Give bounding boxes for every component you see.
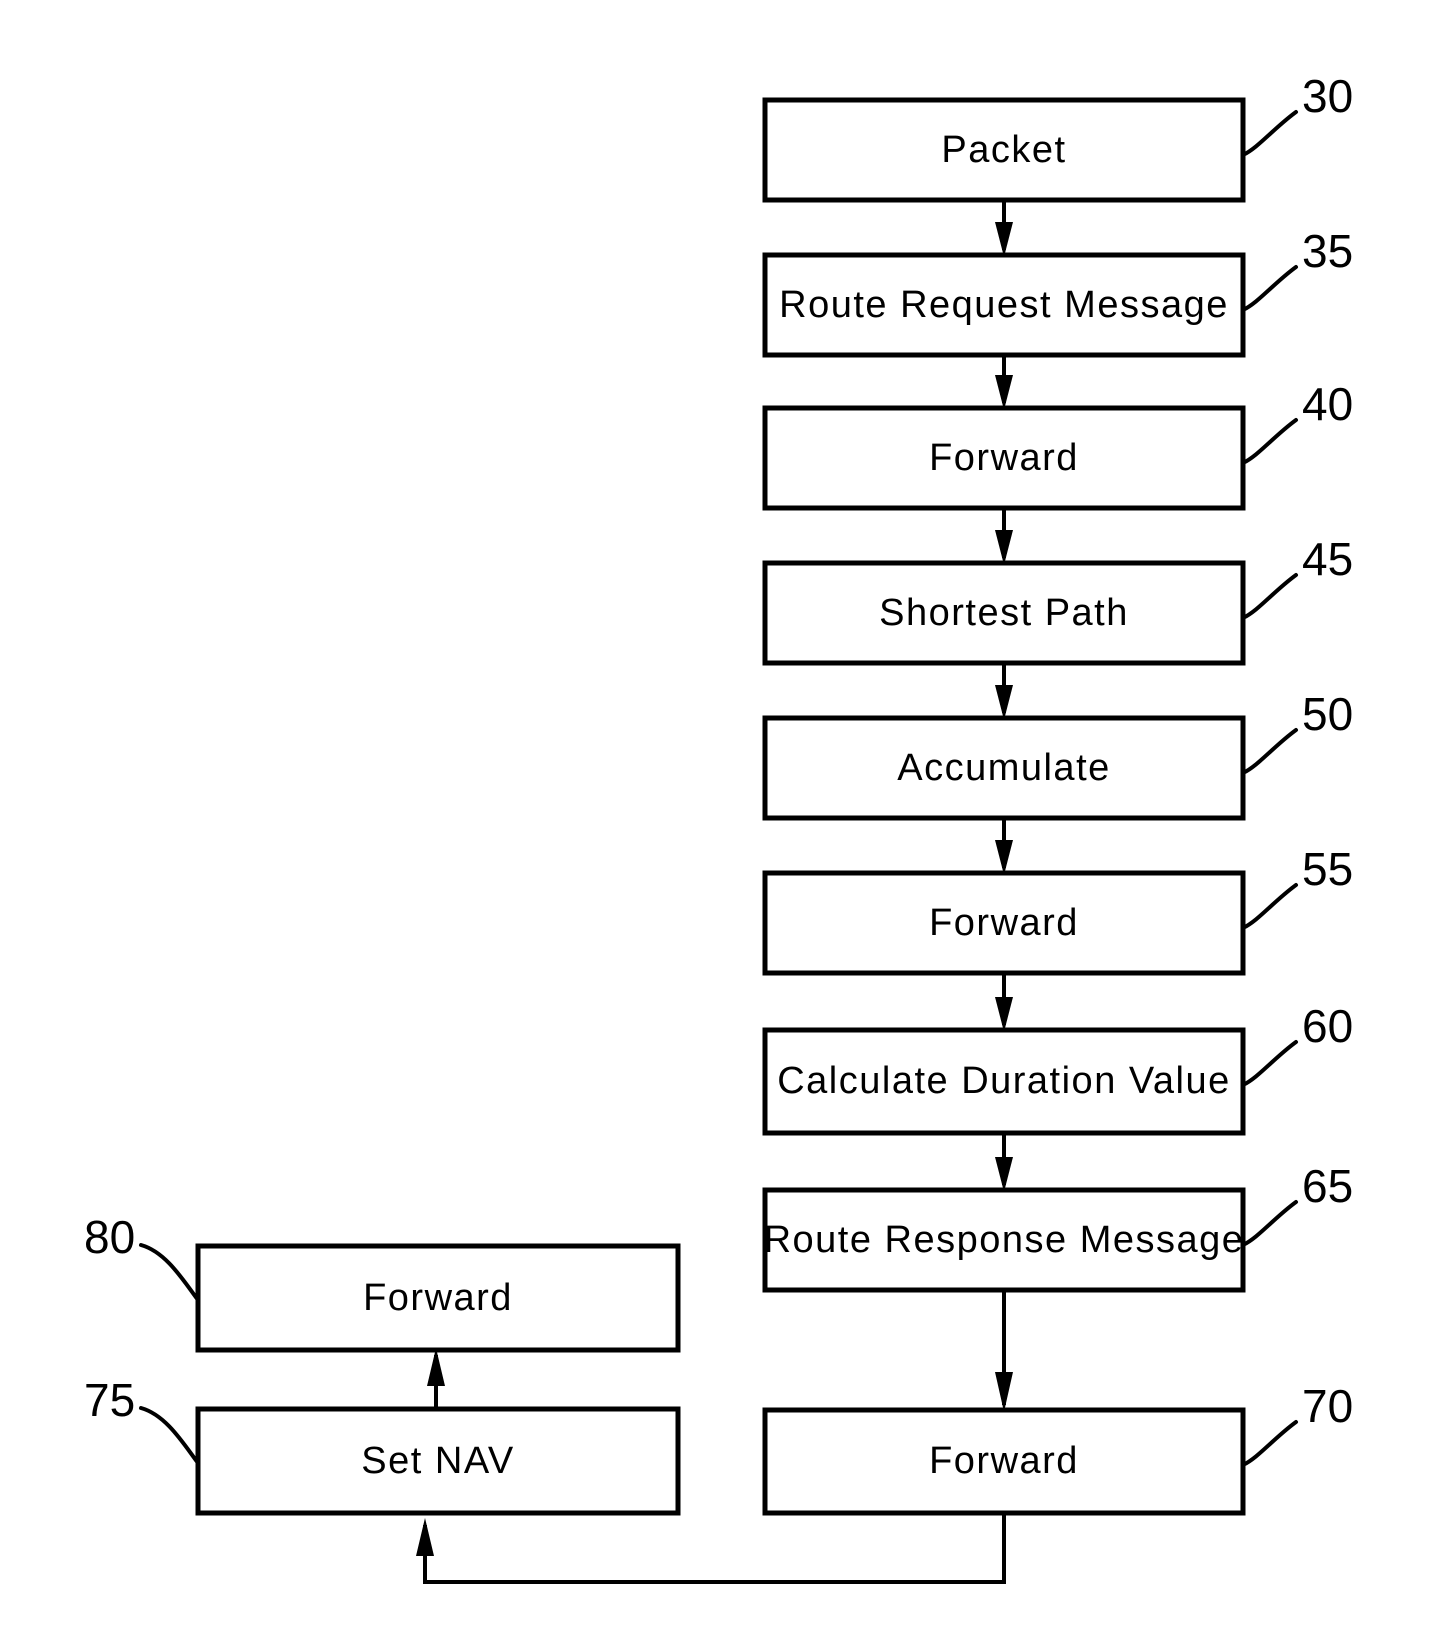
leader-line-40 — [1241, 418, 1298, 465]
leader-line-80 — [139, 1243, 200, 1302]
flow-node-label: Route Request Message — [779, 284, 1229, 326]
connector-40-to-45 — [995, 508, 1013, 565]
leader-line-55 — [1241, 883, 1298, 930]
ref-number-80: 80 — [84, 1211, 135, 1263]
flow-node-30: Packet — [762, 97, 1246, 203]
arrow-head-down — [995, 1372, 1013, 1412]
patent-flowchart-figure: Packet Route Request Message Forward Sho… — [0, 0, 1439, 1644]
flow-node-label: Accumulate — [897, 747, 1111, 789]
ref-number-30: 30 — [1302, 70, 1353, 122]
arrow-head-down — [995, 840, 1013, 875]
flow-node-70: Forward — [762, 1407, 1246, 1516]
flow-node-label: Set NAV — [361, 1440, 514, 1482]
leader-line-65 — [1241, 1200, 1298, 1247]
flow-node-60: Calculate Duration Value — [762, 1027, 1246, 1136]
ref-number-65: 65 — [1302, 1160, 1353, 1212]
leader-line-60 — [1241, 1040, 1298, 1087]
arrow-head-up — [427, 1348, 445, 1386]
connector-65-to-70 — [995, 1290, 1013, 1412]
arrow-head-up — [416, 1518, 434, 1556]
flow-node-80: Forward — [195, 1243, 681, 1353]
leader-line-45 — [1241, 573, 1298, 620]
ref-number-50: 50 — [1302, 688, 1353, 740]
arrow-head-down — [995, 997, 1013, 1032]
flow-node-65: Route Response Message — [762, 1187, 1246, 1293]
ref-number-60: 60 — [1302, 1000, 1353, 1052]
flow-node-40: Forward — [762, 405, 1246, 511]
flow-node-label: Shortest Path — [879, 592, 1129, 634]
connector-55-to-60 — [995, 973, 1013, 1032]
flow-node-35: Route Request Message — [762, 252, 1246, 358]
ref-number-75: 75 — [84, 1374, 135, 1426]
flow-node-label: Forward — [363, 1277, 513, 1319]
ref-number-55: 55 — [1302, 843, 1353, 895]
ref-number-70: 70 — [1302, 1380, 1353, 1432]
connector-70-to-75-feedback — [416, 1513, 1006, 1584]
arrow-head-down — [995, 375, 1013, 410]
flow-node-label: Calculate Duration Value — [777, 1060, 1231, 1102]
flow-node-50: Accumulate — [762, 715, 1246, 821]
flowchart-canvas: Packet Route Request Message Forward Sho… — [84, 70, 1353, 1584]
flow-node-55: Forward — [762, 870, 1246, 976]
connector-45-to-50 — [995, 663, 1013, 720]
connector-30-to-35 — [995, 200, 1013, 257]
ref-number-35: 35 — [1302, 225, 1353, 277]
flow-node-label: Packet — [941, 129, 1066, 171]
arrow-head-down — [995, 685, 1013, 720]
flow-node-75: Set NAV — [195, 1406, 681, 1516]
connector-75-to-80 — [427, 1348, 445, 1409]
leader-line-35 — [1241, 265, 1298, 312]
flow-node-label: Forward — [929, 1440, 1079, 1482]
ref-number-45: 45 — [1302, 533, 1353, 585]
arrow-head-down — [995, 530, 1013, 565]
leader-line-75 — [139, 1406, 200, 1465]
flow-node-45: Shortest Path — [762, 560, 1246, 666]
arrow-head-down — [995, 1157, 1013, 1192]
connector-50-to-55 — [995, 818, 1013, 875]
leader-line-70 — [1241, 1420, 1298, 1467]
arrow-head-down — [995, 222, 1013, 257]
connector-35-to-40 — [995, 355, 1013, 410]
connector-60-to-65 — [995, 1133, 1013, 1192]
leader-line-30 — [1241, 110, 1298, 157]
flow-node-label: Forward — [929, 902, 1079, 944]
leader-line-50 — [1241, 728, 1298, 775]
flow-node-label: Forward — [929, 437, 1079, 479]
flow-node-label: Route Response Message — [764, 1219, 1245, 1261]
ref-number-40: 40 — [1302, 378, 1353, 430]
